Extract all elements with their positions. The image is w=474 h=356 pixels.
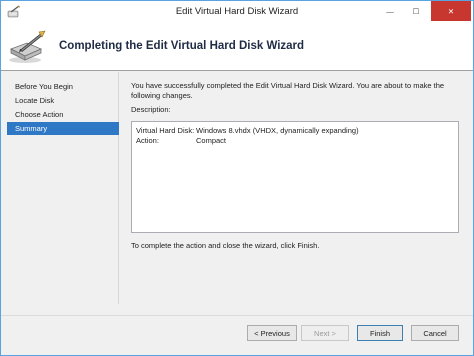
close-button[interactable]: ✕: [431, 1, 471, 21]
cancel-button[interactable]: Cancel: [411, 325, 459, 341]
wizard-header: Completing the Edit Virtual Hard Disk Wi…: [1, 25, 473, 71]
nav-item-summary[interactable]: Summary: [7, 122, 119, 135]
intro-text: You have successfully completed the Edit…: [131, 81, 445, 100]
maximize-button[interactable]: ☐: [403, 1, 429, 21]
previous-button[interactable]: < Previous: [247, 325, 297, 341]
description-label: Description:: [131, 105, 171, 114]
wizard-steps-nav: Before You Begin Locate Disk Choose Acti…: [1, 72, 119, 304]
nav-item-locate-disk[interactable]: Locate Disk: [9, 94, 119, 107]
minimize-button[interactable]: —: [377, 1, 403, 21]
disk-wizard-icon: [9, 30, 46, 63]
page-title: Completing the Edit Virtual Hard Disk Wi…: [59, 40, 305, 52]
summary-content: You have successfully completed the Edit…: [131, 81, 461, 114]
finish-button[interactable]: Finish: [357, 325, 403, 341]
finish-instructions: To complete the action and close the wiz…: [131, 241, 320, 250]
summary-value: Windows 8.vhdx (VHDX, dynamically expand…: [196, 126, 359, 135]
footer-divider: [1, 315, 473, 316]
nav-item-choose-action[interactable]: Choose Action: [9, 108, 119, 121]
next-button[interactable]: Next >: [301, 325, 349, 341]
wizard-window: Edit Virtual Hard Disk Wizard — ☐ ✕ Comp…: [0, 0, 474, 356]
summary-key: Action:: [136, 136, 159, 145]
summary-description-box[interactable]: Virtual Hard Disk: Windows 8.vhdx (VHDX,…: [131, 121, 459, 233]
nav-item-before-you-begin[interactable]: Before You Begin: [9, 80, 119, 93]
title-bar[interactable]: Edit Virtual Hard Disk Wizard — ☐ ✕: [1, 1, 473, 25]
summary-value: Compact: [196, 136, 227, 145]
summary-key: Virtual Hard Disk:: [136, 126, 195, 135]
